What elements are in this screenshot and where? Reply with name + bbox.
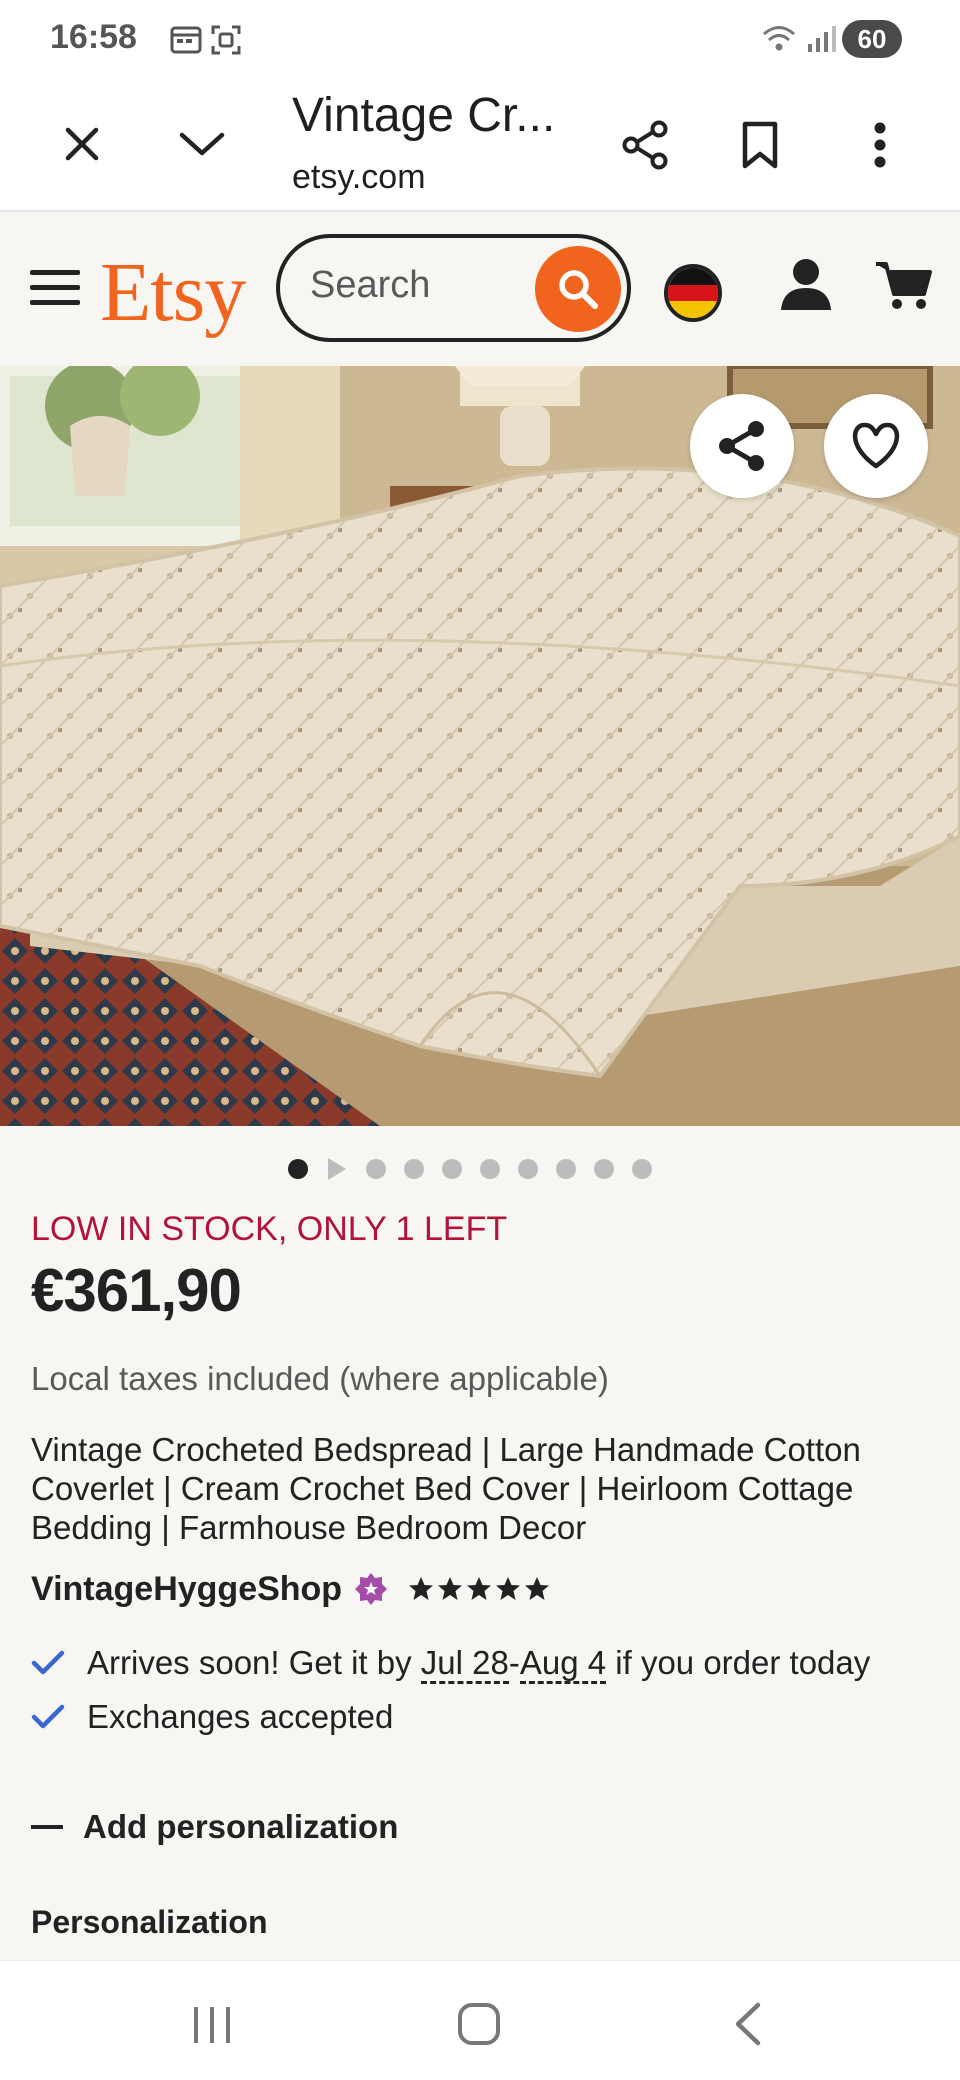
star-icon	[438, 1577, 463, 1600]
page-url[interactable]: etsy.com	[292, 158, 426, 197]
search-bar	[276, 234, 631, 342]
share-icon	[719, 421, 764, 471]
chevron-down-icon	[179, 132, 225, 156]
status-time: 16:58	[50, 18, 137, 56]
rating-stars[interactable]	[408, 1576, 550, 1602]
taxes-note: Local taxes included (where applicable)	[31, 1360, 609, 1397]
carousel-dot[interactable]	[442, 1159, 462, 1179]
shop-info: VintageHyggeShop	[31, 1566, 550, 1612]
stock-notice: LOW IN STOCK, ONLY 1 LEFT	[31, 1210, 508, 1248]
bookmark-button[interactable]	[725, 110, 795, 180]
delivery-prefix: Arrives soon! Get it by	[87, 1644, 421, 1681]
product-image[interactable]	[0, 366, 960, 1126]
minus-icon	[31, 1825, 63, 1829]
more-vert-icon	[874, 122, 886, 168]
video-play-icon[interactable]	[326, 1157, 348, 1181]
delivery-date-end[interactable]: Aug 4	[519, 1644, 607, 1684]
home-icon[interactable]	[456, 2001, 502, 2047]
carousel-indicators	[288, 1156, 652, 1182]
browser-toolbar: Vintage Cr... etsy.com	[0, 78, 960, 212]
star-seller-badge-icon[interactable]	[354, 1572, 388, 1606]
close-tab-button[interactable]	[52, 114, 112, 174]
cart-icon[interactable]	[874, 258, 932, 312]
product-title: Vintage Crocheted Bedspread | Large Hand…	[31, 1431, 861, 1546]
signal-icon	[808, 26, 836, 52]
personalization-heading: Personalization	[31, 1904, 268, 1940]
bookmark-icon	[742, 121, 778, 169]
battery-icon: 60	[842, 20, 902, 58]
search-button[interactable]	[535, 246, 621, 332]
exchanges-info: Exchanges accepted	[31, 1698, 393, 1736]
carousel-dot[interactable]	[594, 1159, 614, 1179]
star-icon	[496, 1577, 521, 1600]
exchanges-label: Exchanges accepted	[87, 1698, 394, 1735]
star-icon	[525, 1577, 550, 1600]
carousel-dot[interactable]	[404, 1159, 424, 1179]
hamburger-menu-icon[interactable]	[28, 266, 82, 310]
add-personalization-label: Add personalization	[83, 1808, 399, 1845]
screenshot-icon	[211, 25, 241, 55]
search-input[interactable]	[310, 264, 510, 307]
carousel-dot[interactable]	[366, 1159, 386, 1179]
page-title: Vintage Cr...	[292, 89, 556, 142]
product-price: €361,90	[31, 1257, 242, 1324]
close-icon	[65, 127, 99, 161]
carousel-dot[interactable]	[288, 1159, 308, 1179]
account-icon[interactable]	[778, 256, 834, 312]
favorite-button[interactable]	[824, 394, 928, 498]
region-flag-icon[interactable]	[664, 264, 722, 322]
system-navigation-bar	[0, 1960, 960, 2080]
minimize-tab-button[interactable]	[170, 114, 234, 174]
star-icon	[409, 1577, 434, 1600]
etsy-logo[interactable]: Etsy	[100, 244, 246, 341]
delivery-date-start[interactable]: Jul 28	[420, 1644, 509, 1684]
delivery-date-dash: -	[508, 1644, 520, 1681]
carousel-dot[interactable]	[518, 1159, 538, 1179]
more-options-button[interactable]	[850, 110, 910, 180]
status-bar: 16:58 60	[0, 0, 960, 78]
site-header: Etsy	[0, 212, 960, 364]
checkmark-icon	[31, 1704, 65, 1729]
shop-name-link[interactable]: VintageHyggeShop	[31, 1570, 342, 1609]
share-image-button[interactable]	[690, 394, 794, 498]
share-button[interactable]	[610, 110, 680, 180]
star-icon	[467, 1577, 492, 1600]
back-icon[interactable]	[730, 2001, 764, 2047]
add-personalization-toggle[interactable]: Add personalization	[31, 1808, 398, 1846]
share-icon	[622, 120, 668, 170]
delivery-estimate: Arrives soon! Get it by Jul 28-Aug 4 if …	[31, 1644, 871, 1684]
heart-icon	[852, 422, 900, 469]
carousel-dot[interactable]	[632, 1159, 652, 1179]
bedspread-photo	[0, 366, 960, 1126]
carousel-dot[interactable]	[556, 1159, 576, 1179]
calendar-icon	[170, 26, 202, 54]
wifi-icon	[763, 26, 795, 51]
carousel-dot[interactable]	[480, 1159, 500, 1179]
recent-apps-icon[interactable]	[190, 2005, 234, 2045]
delivery-suffix: if you order today	[606, 1644, 871, 1681]
search-icon	[559, 270, 598, 309]
checkmark-icon	[31, 1650, 65, 1675]
